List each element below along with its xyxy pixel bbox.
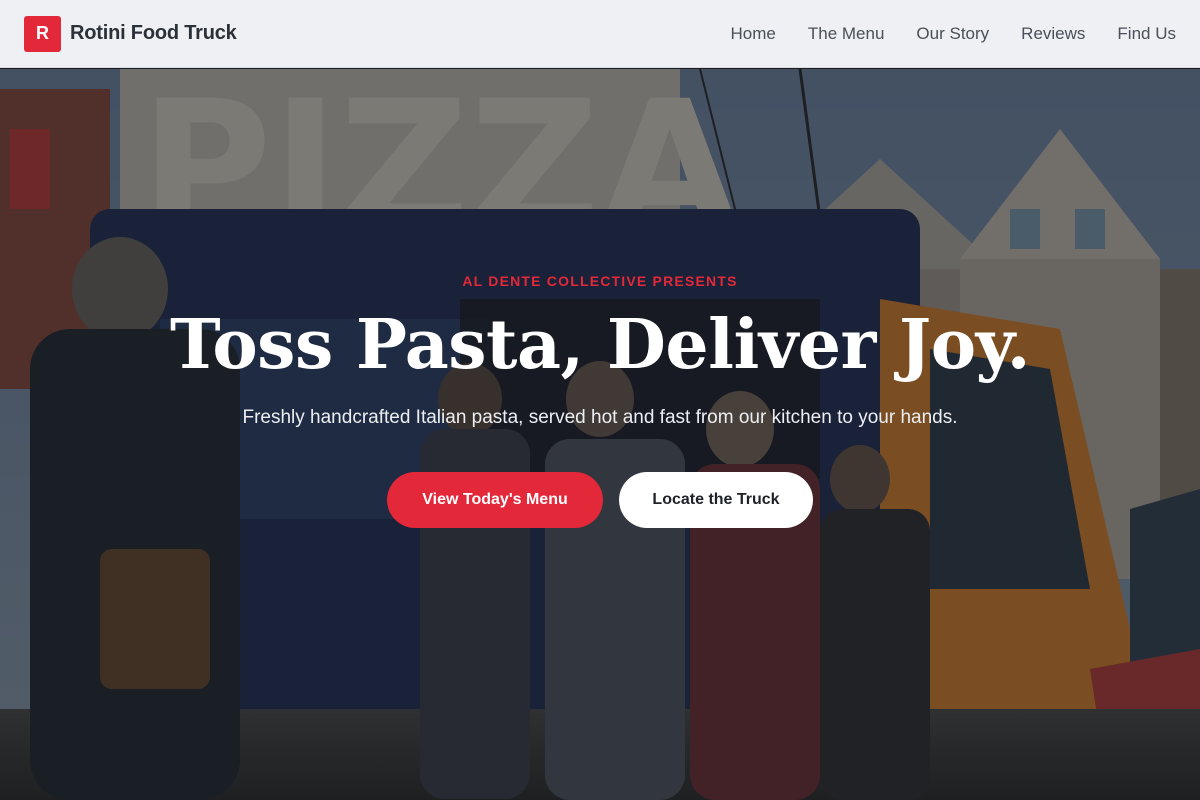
view-menu-button[interactable]: View Today's Menu (387, 472, 603, 528)
main-nav: Home The Menu Our Story Reviews Find Us (699, 24, 1176, 44)
hero-headline: Toss Pasta, Deliver Joy. (170, 305, 1030, 385)
nav-the-menu[interactable]: The Menu (808, 24, 885, 44)
nav-find-us[interactable]: Find Us (1117, 24, 1176, 44)
hero-section: PIZZA AL DENTE COLLECTIVE PRESENTS Toss … (0, 69, 1200, 800)
site-header: R Rotini Food Truck Home The Menu Our St… (0, 0, 1200, 68)
brand[interactable]: R Rotini Food Truck (24, 15, 237, 52)
locate-truck-button[interactable]: Locate the Truck (619, 472, 813, 528)
hero-content: AL DENTE COLLECTIVE PRESENTS Toss Pasta,… (0, 69, 1200, 800)
nav-reviews[interactable]: Reviews (1021, 24, 1085, 44)
brand-name[interactable]: Rotini Food Truck (70, 22, 237, 45)
hero-subhead: Freshly handcrafted Italian pasta, serve… (242, 407, 958, 428)
logo-mark[interactable]: R (24, 15, 61, 52)
hero-eyebrow: AL DENTE COLLECTIVE PRESENTS (462, 273, 738, 289)
nav-home[interactable]: Home (731, 24, 776, 44)
hero-cta-row: View Today's Menu Locate the Truck (0, 472, 1200, 528)
nav-our-story[interactable]: Our Story (916, 24, 989, 44)
